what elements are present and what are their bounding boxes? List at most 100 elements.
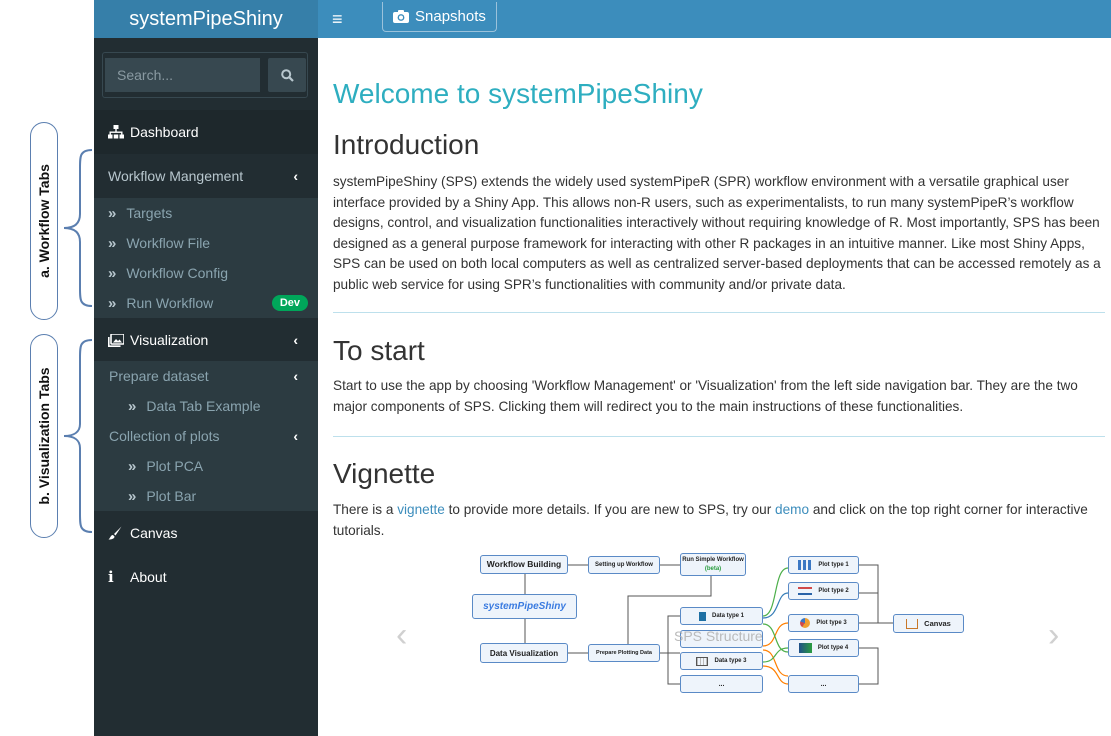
- double-chevron-right-icon: »: [108, 264, 117, 282]
- sidebar-item-run-workflow[interactable]: » Run Workflow Dev: [94, 288, 318, 318]
- diagram-watermark: SPS Structure: [674, 628, 763, 644]
- sidebar-item-label: Run Workflow: [126, 295, 214, 311]
- structure-carousel: ‹ › Workflow Building Setting up Workflo…: [388, 548, 1068, 718]
- vignette-heading: Vignette: [333, 458, 436, 489]
- diagram-node-systempipeshiny: systemPipeShiny: [472, 594, 577, 619]
- workflow-tabs-annotation: a. Workflow Tabs: [30, 122, 58, 320]
- paint-brush-icon: [108, 526, 130, 540]
- divider: [333, 436, 1105, 437]
- sidebar-item-label: Prepare dataset: [109, 368, 209, 384]
- sidebar-item-plot-pca[interactable]: » Plot PCA: [94, 451, 318, 481]
- document-icon: [698, 611, 706, 621]
- top-navbar: ≡ Snapshots: [318, 0, 1111, 38]
- brand-logo[interactable]: systemPipeShiny: [94, 0, 318, 38]
- introduction-text: systemPipeShiny (SPS) extends the widely…: [333, 174, 1101, 292]
- dev-badge: Dev: [271, 295, 308, 311]
- canvas-icon: [906, 618, 919, 629]
- table-icon: [696, 656, 709, 666]
- sidebar-item-canvas[interactable]: Canvas: [94, 511, 318, 555]
- to-start-text: Start to use the app by choosing 'Workfl…: [333, 378, 1078, 414]
- snapshots-label: Snapshots: [415, 8, 486, 25]
- double-chevron-right-icon: »: [108, 234, 117, 252]
- chevron-left-icon: ‹: [293, 368, 298, 384]
- bar-chart-icon: [798, 560, 813, 570]
- sidebar-toggle-icon[interactable]: ≡: [332, 9, 354, 30]
- heatmap-icon: [798, 643, 812, 653]
- chevron-left-icon: ‹: [293, 168, 298, 184]
- chevron-left-icon: ‹: [293, 428, 298, 444]
- diagram-node-prepare-plotting-data: Prepare Plotting Data: [588, 644, 660, 662]
- sidebar-item-workflow-config[interactable]: » Workflow Config: [94, 258, 318, 288]
- plot-type-label: Plot type 2: [818, 587, 849, 594]
- visualization-tabs-label: b. Visualization Tabs: [36, 367, 52, 505]
- sidebar-item-plot-bar[interactable]: » Plot Bar: [94, 481, 318, 511]
- sidebar-item-data-tab-example[interactable]: » Data Tab Example: [94, 391, 318, 421]
- diagram-node-setting-up-workflow: Setting up Workflow: [588, 556, 660, 574]
- visualization-submenu: Prepare dataset ‹ » Data Tab Example Col…: [94, 361, 318, 511]
- diagram-node-canvas: Canvas: [893, 614, 964, 633]
- to-start-heading: To start: [333, 335, 425, 366]
- sidebar-item-about[interactable]: i About: [94, 555, 318, 599]
- workflow-brace: [63, 149, 93, 307]
- double-chevron-right-icon: »: [128, 457, 137, 475]
- sidebar-item-dashboard[interactable]: Dashboard: [94, 110, 318, 154]
- sidebar-item-workflow-management[interactable]: Workflow Mangement ‹: [94, 154, 318, 198]
- demo-link[interactable]: demo: [775, 502, 809, 517]
- sidebar-item-label: Targets: [126, 205, 173, 221]
- vignette-text-part: There is a: [333, 502, 398, 517]
- snapshots-button[interactable]: Snapshots: [382, 2, 497, 32]
- camera-icon: [393, 10, 409, 23]
- diagram-node-plot-type-2: Plot type 2: [788, 582, 859, 600]
- double-chevron-right-icon: »: [108, 294, 117, 312]
- info-icon: i: [108, 568, 114, 586]
- search-button[interactable]: [268, 58, 306, 92]
- sidebar-item-label: About: [130, 569, 167, 585]
- search-input[interactable]: [105, 58, 260, 92]
- introduction-heading: Introduction: [333, 129, 480, 160]
- diagram-node-plot-type-3: Plot type 3: [788, 614, 859, 632]
- canvas-label: Canvas: [924, 619, 951, 628]
- double-chevron-right-icon: »: [128, 487, 137, 505]
- diagram-node-data-more: ...: [680, 675, 763, 693]
- page-title: Welcome to systemPipeShiny: [333, 78, 703, 109]
- sidebar-item-visualization[interactable]: Visualization ‹: [94, 318, 318, 362]
- sidebar-item-label: Plot Bar: [146, 488, 197, 504]
- sidebar-item-label: Canvas: [130, 525, 178, 541]
- run-simple-workflow-label: Run Simple Workflow: [682, 556, 744, 563]
- data-type-label: Data type 1: [711, 612, 744, 619]
- plot-type-label: Plot type 1: [818, 561, 849, 568]
- annotation-area: a. Workflow Tabs b. Visualization Tabs: [0, 0, 94, 736]
- sidebar-item-label: Workflow Config: [126, 265, 229, 281]
- sidebar-item-collection-of-plots[interactable]: Collection of plots ‹: [94, 421, 318, 451]
- images-icon: [108, 333, 130, 347]
- line-chart-icon: [798, 587, 813, 595]
- diagram-node-plot-type-4: Plot type 4: [788, 639, 859, 657]
- sidebar-search: [102, 52, 308, 98]
- sidebar-item-label: Dashboard: [130, 124, 199, 140]
- sidebar-item-label: Visualization: [130, 332, 209, 348]
- diagram-node-run-simple-workflow: Run Simple Workflow (beta): [680, 553, 746, 576]
- diagram-node-plot-more: ...: [788, 675, 859, 693]
- welcome-panel: Welcome to systemPipeShiny Introduction …: [318, 38, 1111, 736]
- sidebar: Dashboard Workflow Mangement ‹ » Targets…: [94, 38, 318, 736]
- sidebar-item-label: Workflow File: [126, 235, 211, 251]
- beta-label: (beta): [704, 565, 722, 572]
- sidebar-item-workflow-file[interactable]: » Workflow File: [94, 228, 318, 258]
- workflow-tabs-label: a. Workflow Tabs: [36, 164, 52, 278]
- sidebar-item-label: Data Tab Example: [146, 398, 261, 414]
- chevron-left-icon: ‹: [293, 332, 298, 348]
- sidebar-item-label: Collection of plots: [109, 428, 220, 444]
- sidebar-item-label: Workflow Mangement: [108, 168, 244, 184]
- diagram-node-workflow-building: Workflow Building: [480, 555, 568, 574]
- visualization-tabs-annotation: b. Visualization Tabs: [30, 334, 58, 538]
- vignette-text: There is a vignette to provide more deta…: [333, 500, 1105, 541]
- sidebar-item-prepare-dataset[interactable]: Prepare dataset ‹: [94, 361, 318, 391]
- plot-type-label: Plot type 4: [817, 644, 849, 651]
- diagram-node-plot-type-1: Plot type 1: [788, 556, 859, 574]
- sidebar-item-targets[interactable]: » Targets: [94, 198, 318, 228]
- main-content: Welcome to systemPipeShiny Introduction …: [318, 38, 1111, 736]
- sidebar-item-label: Plot PCA: [146, 458, 204, 474]
- vignette-link[interactable]: vignette: [397, 502, 445, 517]
- workflow-submenu: » Targets » Workflow File » Workflow Con…: [94, 198, 318, 318]
- diagram-node-data-type-1: Data type 1: [680, 607, 763, 625]
